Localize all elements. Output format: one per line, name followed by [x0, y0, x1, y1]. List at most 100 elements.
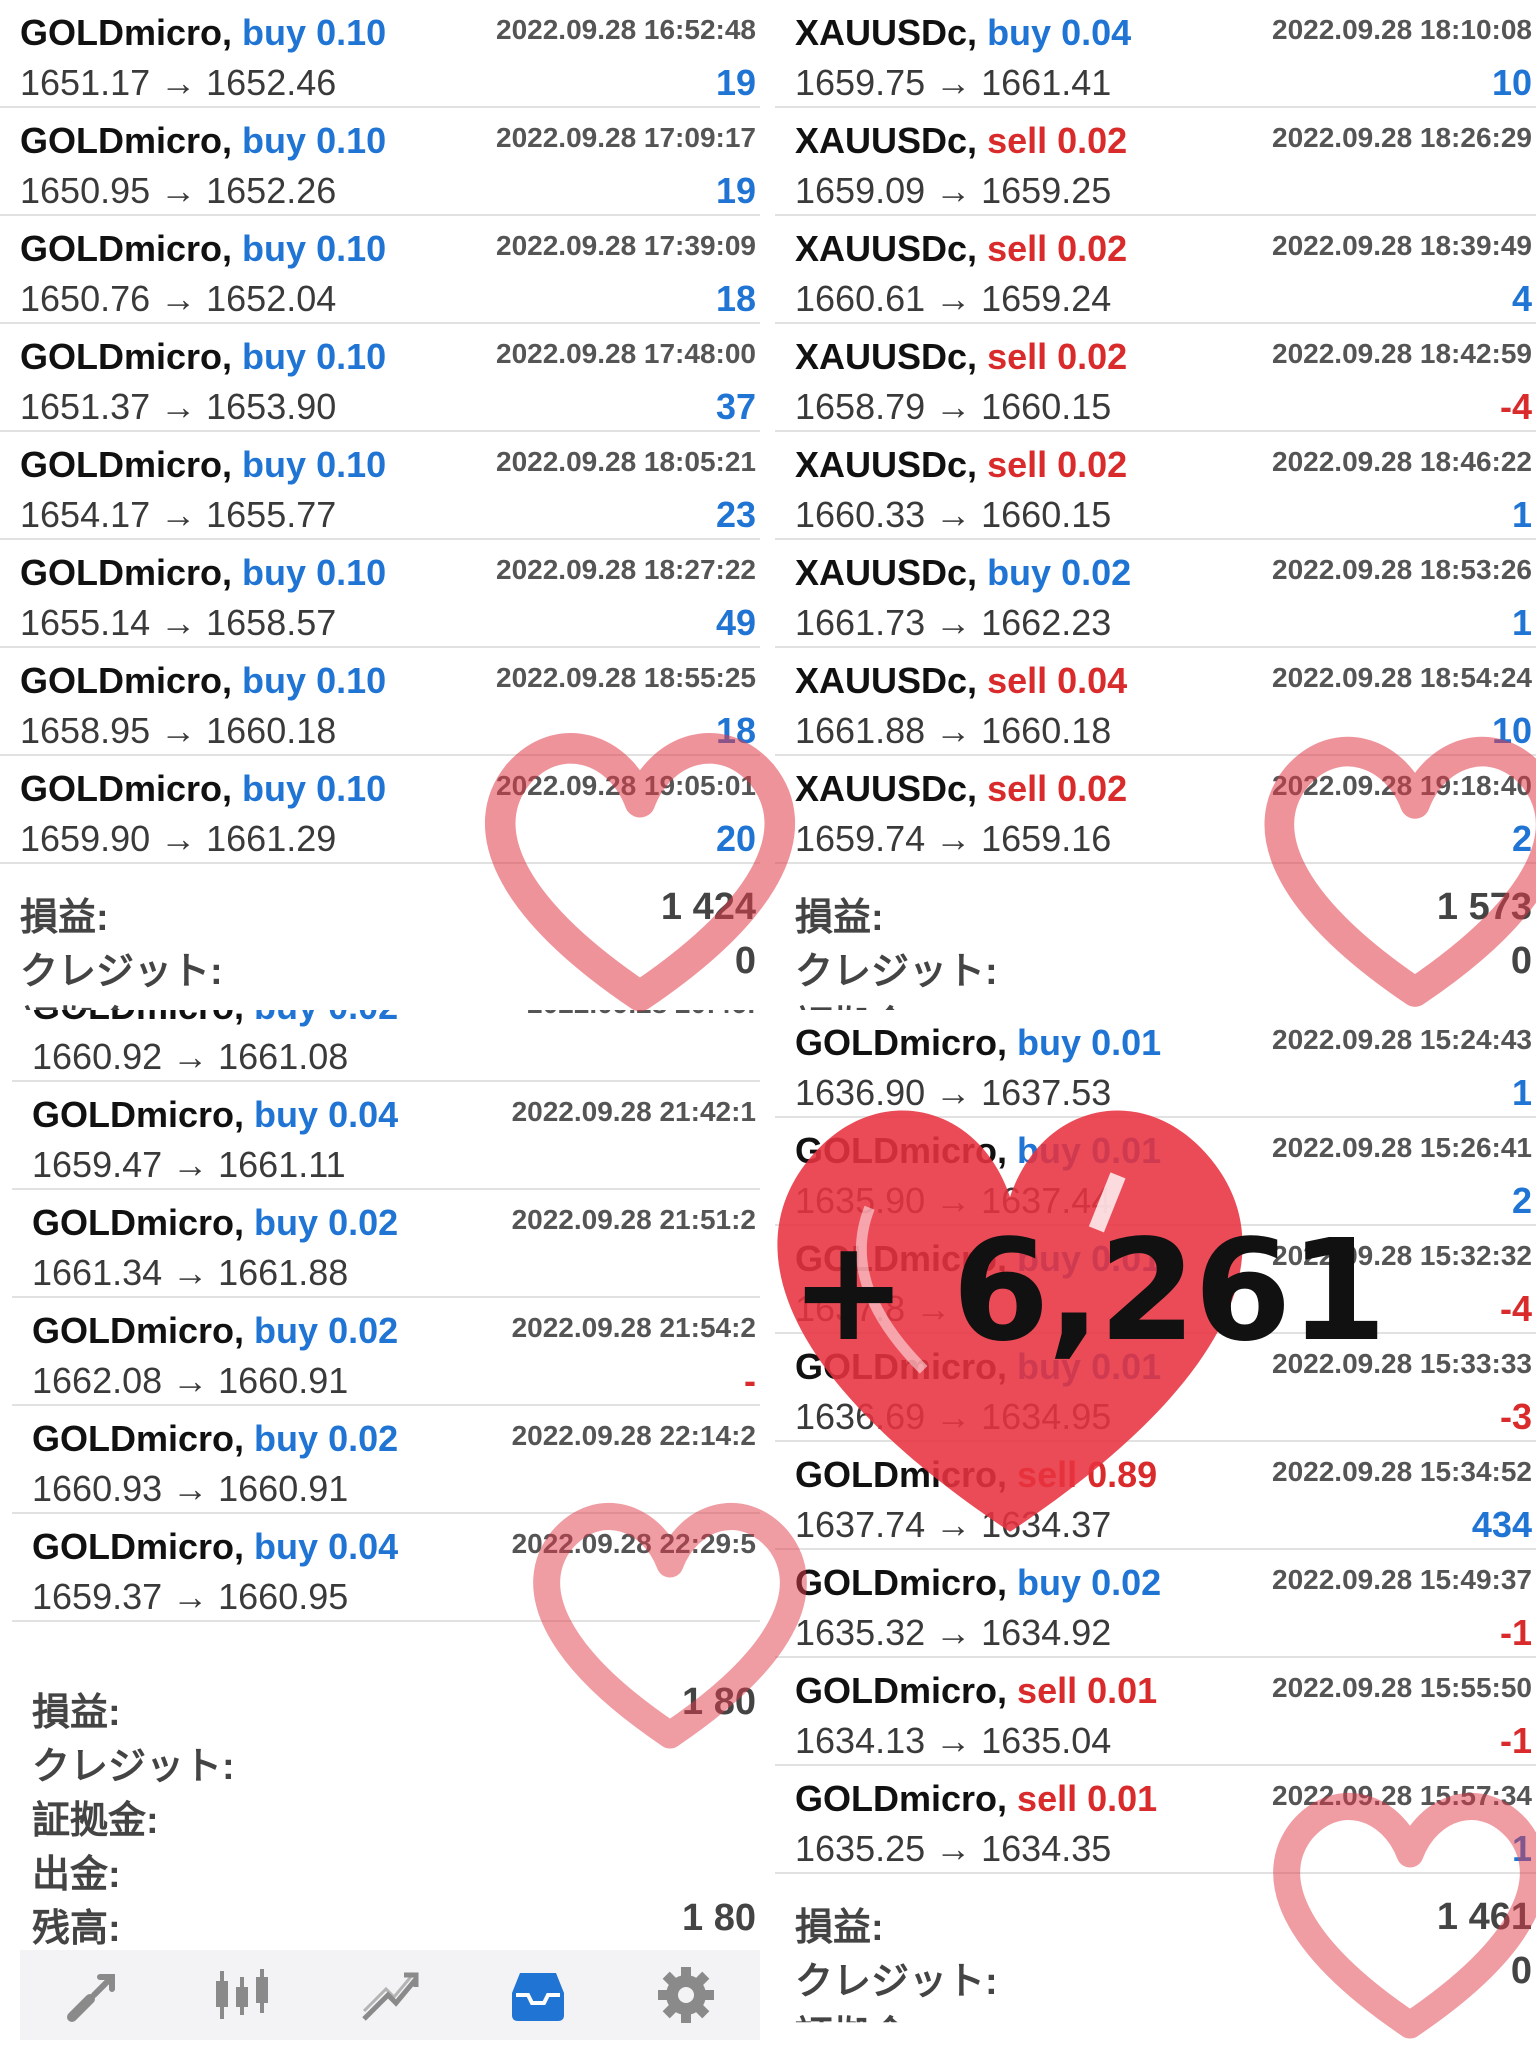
trade-row[interactable]: GOLDmicro, buy 0.10 2022.09.28 17:09:17 16… — [0, 108, 760, 216]
trade-row[interactable]: GOLDmicro, sell 0.01 2022.09.28 15:57:34 1… — [775, 1766, 1536, 1874]
trade-row[interactable]: GOLDmicro, buy 0.10 2022.09.28 18:27:22 16… — [0, 540, 760, 648]
trade-row[interactable]: GOLDmicro, buy 0.04 2022.09.28 22:29:5 165… — [12, 1514, 760, 1622]
trade-row[interactable]: GOLDmicro, buy 0.10 2022.09.28 18:05:21 16… — [0, 432, 760, 540]
trade-header: XAUUSDc, sell 0.02 — [795, 228, 1127, 270]
price-range: 1655.14 → 1658.57 — [20, 602, 337, 643]
symbol-label: GOLDmicro, — [20, 12, 233, 53]
history-icon[interactable] — [498, 1955, 578, 2035]
price-range: 1659.74 → 1659.16 — [795, 818, 1112, 859]
symbol-label: GOLDmicro, — [20, 768, 233, 809]
trade-row[interactable]: GOLDmicro, buy 0.02 2022.09.28 21:51:2 166… — [12, 1190, 760, 1298]
trade-row[interactable]: GOLDmicro, buy 0.10 2022.09.28 17:48:00 16… — [0, 324, 760, 432]
trade-header: GOLDmicro, buy 0.10 — [20, 12, 386, 54]
lots-label: 0.02 — [1057, 444, 1128, 485]
trade-row[interactable]: XAUUSDc, sell 0.04 2022.09.28 18:54:24 166… — [775, 648, 1536, 756]
trade-header: XAUUSDc, sell 0.02 — [795, 444, 1127, 486]
side-label: buy — [254, 1094, 319, 1135]
profit-value: 1 — [1511, 494, 1532, 535]
trade-header: XAUUSDc, sell 0.04 — [795, 660, 1127, 702]
side-label: buy — [242, 768, 307, 809]
trade-header: GOLDmicro, sell 0.89 — [795, 1454, 1157, 1496]
summary-block: 損益: 1 573 クレジット: 0 証拠金: — [775, 880, 1536, 1010]
settings-icon[interactable] — [646, 1955, 726, 2035]
summary-value: 0 — [1510, 940, 1532, 982]
trade-row[interactable]: GOLDmicro, buy 0.10 2022.09.28 16:52:48 16… — [0, 0, 760, 108]
profit-value: 23 — [715, 494, 756, 535]
profit-value: 37 — [715, 386, 756, 427]
trade-row[interactable]: XAUUSDc, sell 0.02 2022.09.28 19:18:40 165… — [775, 756, 1536, 864]
trade-row[interactable]: GOLDmicro, buy 0.02 2022.09.28 15:49:37 16… — [775, 1550, 1536, 1658]
chart-icon[interactable] — [202, 1955, 282, 2035]
lots-label: 0.02 — [1057, 768, 1128, 809]
lots-label: 0.10 — [316, 12, 387, 53]
trade-row[interactable]: GOLDmicro, buy 0.10 2022.09.28 19:05:01 16… — [0, 756, 760, 864]
trade-icon[interactable] — [350, 1955, 430, 2035]
trade-row[interactable]: GOLDmicro, buy 0.02 2022.09.28 21:54:2 166… — [12, 1298, 760, 1406]
close-time: 2022.09.28 17:39:09 — [496, 230, 756, 261]
symbol-label: GOLDmicro, — [32, 1310, 245, 1351]
close-time: 2022.09.28 21:51:2 — [511, 1204, 756, 1235]
trade-header: GOLDmicro, buy 0.04 — [32, 1094, 398, 1136]
summary-row: 証拠金: — [12, 1783, 760, 1842]
symbol-label: XAUUSDc, — [795, 552, 978, 593]
profit-value: -4 — [1499, 386, 1532, 427]
trade-row[interactable]: XAUUSDc, sell 0.02 2022.09.28 18:26:29 165… — [775, 108, 1536, 216]
symbol-label: GOLDmicro, — [32, 1526, 245, 1567]
trade-row[interactable]: GOLDmicro, buy 0.04 2022.09.28 21:42:1 165… — [12, 1082, 760, 1190]
symbol-label: XAUUSDc, — [795, 228, 978, 269]
trade-row[interactable]: GOLDmicro, buy 0.02 2022.09.28 20:46: 1660… — [12, 1010, 760, 1082]
lots-label: 0.04 — [1057, 660, 1128, 701]
side-label: buy — [242, 336, 307, 377]
close-time: 2022.09.28 22:14:2 — [511, 1420, 756, 1451]
summary-label: 出金: — [32, 1854, 121, 1896]
side-label: buy — [254, 1526, 319, 1567]
summary-label: クレジット: — [20, 951, 223, 993]
lots-label: 0.02 — [1061, 552, 1132, 593]
close-time: 2022.09.28 18:26:29 — [1272, 122, 1532, 153]
trade-row[interactable]: XAUUSDc, sell 0.02 2022.09.28 18:46:22 166… — [775, 432, 1536, 540]
profit-value: 20 — [715, 818, 756, 859]
price-range: 1661.88 → 1660.18 — [795, 710, 1112, 751]
lots-label: 0.10 — [316, 768, 387, 809]
trade-row[interactable]: GOLDmicro, buy 0.02 2022.09.28 22:14:2 166… — [12, 1406, 760, 1514]
profit-value: 1 — [1511, 1828, 1532, 1869]
summary-row: クレジット: — [12, 1729, 760, 1788]
price-range: 1636.90 → 1637.53 — [795, 1072, 1112, 1113]
trade-row[interactable]: GOLDmicro, buy 0.10 2022.09.28 18:55:25 16… — [0, 648, 760, 756]
price-range: 1661.34 → 1661.88 — [32, 1252, 349, 1293]
price-range: 1634.13 → 1635.04 — [795, 1720, 1112, 1761]
trade-row[interactable]: XAUUSDc, buy 0.02 2022.09.28 18:53:26 1661… — [775, 540, 1536, 648]
price-range: 1662.08 → 1660.91 — [32, 1360, 349, 1401]
lots-label: 0.02 — [328, 1310, 399, 1351]
profit-value: 10 — [1491, 710, 1532, 751]
price-range: 1637.74 → 1634.37 — [795, 1504, 1112, 1545]
trade-row[interactable]: XAUUSDc, sell 0.02 2022.09.28 18:42:59 165… — [775, 324, 1536, 432]
trade-row[interactable]: GOLDmicro, sell 0.01 2022.09.28 15:55:50 1… — [775, 1658, 1536, 1766]
quotes-icon[interactable] — [54, 1955, 134, 2035]
trade-row[interactable]: GOLDmicro, buy 0.10 2022.09.28 17:39:09 16… — [0, 216, 760, 324]
symbol-label: GOLDmicro, — [795, 1562, 1008, 1603]
lots-label: 0.02 — [328, 1418, 399, 1459]
lots-label: 0.02 — [1091, 1562, 1162, 1603]
summary-row: 損益: 1 461 — [775, 1890, 1536, 1949]
price-range: 1658.79 → 1660.15 — [795, 386, 1112, 427]
trade-row[interactable]: XAUUSDc, buy 0.04 2022.09.28 18:10:08 1659… — [775, 0, 1536, 108]
side-label: buy — [254, 1310, 319, 1351]
summary-value: 1 424 — [660, 886, 756, 928]
symbol-label: XAUUSDc, — [795, 12, 978, 53]
symbol-label: XAUUSDc, — [795, 336, 978, 377]
price-range: 1635.25 → 1634.35 — [795, 1828, 1112, 1869]
trade-header: GOLDmicro, buy 0.10 — [20, 228, 386, 270]
side-label: buy — [1017, 1022, 1082, 1063]
profit-value: 1 — [1511, 602, 1532, 643]
symbol-label: GOLDmicro, — [32, 1418, 245, 1459]
trade-header: GOLDmicro, buy 0.10 — [20, 660, 386, 702]
trade-row[interactable]: GOLDmicro, sell 0.89 2022.09.28 15:34:52 1… — [775, 1442, 1536, 1550]
trade-row[interactable]: GOLDmicro, buy 0.01 2022.09.28 15:24:43 16… — [775, 1010, 1536, 1118]
symbol-label: GOLDmicro, — [795, 1670, 1008, 1711]
symbol-label: GOLDmicro, — [20, 552, 233, 593]
symbol-label: XAUUSDc, — [795, 660, 978, 701]
summary-row: 損益: 1 424 — [0, 880, 760, 939]
summary-row: 残高: 1 80 — [12, 1891, 760, 1950]
trade-row[interactable]: XAUUSDc, sell 0.02 2022.09.28 18:39:49 166… — [775, 216, 1536, 324]
